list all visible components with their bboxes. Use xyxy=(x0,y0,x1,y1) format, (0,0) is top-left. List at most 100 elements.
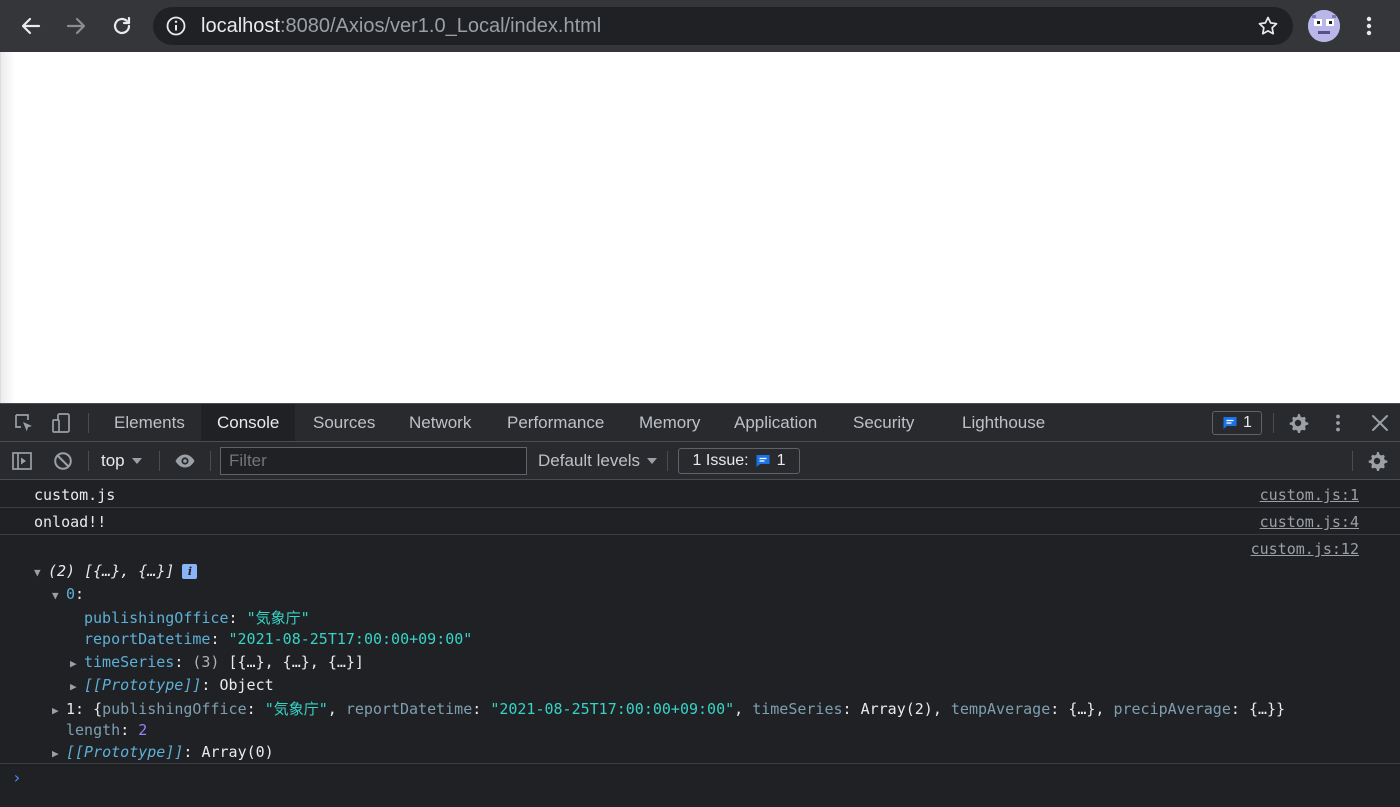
message-icon xyxy=(756,455,770,467)
toolbar-divider xyxy=(88,413,89,433)
property-row: reportDatetime: "2021-08-25T17:00:00+09:… xyxy=(84,630,472,648)
address-bar[interactable]: localhost:8080/Axios/ver1.0_Local/index.… xyxy=(153,7,1293,45)
console-settings-icon[interactable] xyxy=(1366,450,1388,472)
message-icon xyxy=(1223,417,1237,429)
avatar[interactable] xyxy=(1308,10,1340,42)
page-edge-shadow xyxy=(1,52,15,403)
property-value: "2021-08-25T17:00:00+09:00" xyxy=(228,630,473,648)
tab-sources[interactable]: Sources xyxy=(297,404,391,441)
eye-icon[interactable] xyxy=(174,450,196,472)
colon-separator: : xyxy=(1050,700,1069,718)
property-value: [{…}, {…}, {…}] xyxy=(228,653,364,671)
tab-memory[interactable]: Memory xyxy=(623,404,716,441)
issues-counter-button[interactable]: 1 xyxy=(1212,411,1262,435)
property-key: tempAverage xyxy=(950,700,1051,718)
property-value: 2 xyxy=(138,721,148,739)
toolbar-divider xyxy=(1273,413,1274,433)
more-button[interactable] xyxy=(1358,10,1380,42)
property-key: timeSeries xyxy=(84,653,175,671)
close-brace: } xyxy=(1276,700,1286,718)
comma-separator: , xyxy=(1095,700,1114,718)
property-value: "気象庁" xyxy=(246,609,310,627)
issues-button[interactable]: 1 Issue: 1 xyxy=(678,448,800,474)
page-viewport[interactable] xyxy=(0,52,1400,403)
console-message: onload!! custom.js:4 xyxy=(0,508,1400,535)
console-message: custom.js custom.js:1 xyxy=(0,481,1400,508)
tree-item-1[interactable]: ▶ 1: {publishingOffice: "気象庁", reportDate… xyxy=(52,698,1285,719)
console-toolbar: top Default levels 1 Issue: 1 xyxy=(0,442,1400,480)
source-link[interactable]: custom.js:1 xyxy=(1260,486,1359,504)
property-value: {…} xyxy=(1248,700,1277,718)
tree-item-0[interactable]: ▼ 0: xyxy=(52,585,84,603)
url-path: :8080/Axios/ver1.0_Local/index.html xyxy=(279,15,602,37)
comma-separator: , xyxy=(734,700,753,718)
browser-toolbar: localhost:8080/Axios/ver1.0_Local/index.… xyxy=(0,0,1400,52)
message-text: custom.js xyxy=(34,486,116,504)
inspect-icon[interactable] xyxy=(13,412,35,434)
collapse-triangle-icon: ▶ xyxy=(70,657,77,670)
comma-separator: , xyxy=(327,700,346,718)
more-options-icon[interactable] xyxy=(1327,412,1349,434)
forward-icon xyxy=(66,17,86,35)
message-text: onload!! xyxy=(34,513,107,531)
source-link[interactable]: custom.js:12 xyxy=(1251,540,1359,558)
devtools-tab-bar: Elements Console Sources Network Perform… xyxy=(0,403,1400,442)
prompt-icon[interactable]: › xyxy=(12,768,22,787)
tab-console[interactable]: Console xyxy=(201,404,296,441)
property-key: reportDatetime xyxy=(345,700,473,718)
device-toolbar-icon[interactable] xyxy=(50,412,72,434)
forward-button[interactable] xyxy=(60,10,92,42)
reload-button[interactable] xyxy=(106,10,138,42)
collapse-triangle-icon: ▶ xyxy=(52,704,59,717)
tab-performance[interactable]: Performance xyxy=(491,404,620,441)
item-index: 0 xyxy=(66,585,76,603)
expand-triangle-icon: ▼ xyxy=(52,589,59,602)
star-icon[interactable] xyxy=(1257,15,1279,37)
console-object-message: custom.js:12 ▼ (2) [{…}, {…}] i ▼ 0: publis… xyxy=(0,535,1400,764)
array-summary-row[interactable]: ▼ (2) [{…}, {…}] i xyxy=(34,562,198,580)
tree-item-prototype[interactable]: ▶ [[Prototype]]: Object xyxy=(70,676,274,694)
log-levels-dropdown[interactable]: Default levels xyxy=(538,451,658,471)
tab-application[interactable]: Application xyxy=(718,404,833,441)
sidebar-icon[interactable] xyxy=(11,450,33,472)
avatar-face-icon xyxy=(1308,10,1340,42)
tab-elements[interactable]: Elements xyxy=(98,404,201,441)
reload-icon xyxy=(113,16,131,35)
console-messages[interactable]: custom.js custom.js:1 onload!! custom.js… xyxy=(0,481,1400,807)
close-icon[interactable] xyxy=(1369,412,1391,434)
property-value: Array(2) xyxy=(860,700,933,718)
toolbar-divider xyxy=(210,451,211,471)
issues-label: 1 Issue: xyxy=(692,452,749,469)
array-count: (3) xyxy=(192,653,220,671)
tree-item-array-prototype[interactable]: ▶ [[Prototype]]: Array(0) xyxy=(52,743,274,761)
dropdown-arrow-icon xyxy=(131,458,142,464)
property-key: [[Prototype]] xyxy=(84,676,202,694)
filter-input[interactable] xyxy=(220,447,527,475)
tab-lighthouse[interactable]: Lighthouse xyxy=(946,404,1061,441)
issues-counter: 1 xyxy=(1243,414,1252,431)
property-row: length: 2 xyxy=(66,721,147,739)
dropdown-arrow-icon xyxy=(647,458,658,464)
tab-security[interactable]: Security xyxy=(837,404,930,441)
toolbar-divider xyxy=(159,451,160,471)
property-key: length xyxy=(66,721,121,739)
back-button[interactable] xyxy=(15,10,47,42)
back-icon xyxy=(21,17,41,35)
tab-network[interactable]: Network xyxy=(393,404,487,441)
info-badge-icon[interactable]: i xyxy=(182,564,198,579)
info-icon[interactable] xyxy=(165,15,187,37)
colon-separator: : xyxy=(75,585,85,603)
source-link[interactable]: custom.js:4 xyxy=(1260,513,1359,531)
colon-separator: : xyxy=(120,721,139,739)
property-value: {…} xyxy=(1068,700,1096,718)
clear-icon[interactable] xyxy=(52,450,74,472)
url-text[interactable]: localhost:8080/Axios/ver1.0_Local/index.… xyxy=(201,16,601,36)
context-selector[interactable]: top xyxy=(101,451,143,471)
item-index: 1 xyxy=(66,700,76,718)
url-host: localhost xyxy=(201,15,280,37)
tree-item-timeseries[interactable]: ▶ timeSeries: (3) [{…}, {…}, {…}] xyxy=(70,653,364,671)
property-row: publishingOffice: "気象庁" xyxy=(84,607,310,628)
settings-icon[interactable] xyxy=(1287,412,1309,434)
toolbar-divider xyxy=(667,451,668,471)
property-value: "2021-08-25T17:00:00+09:00" xyxy=(490,700,735,718)
